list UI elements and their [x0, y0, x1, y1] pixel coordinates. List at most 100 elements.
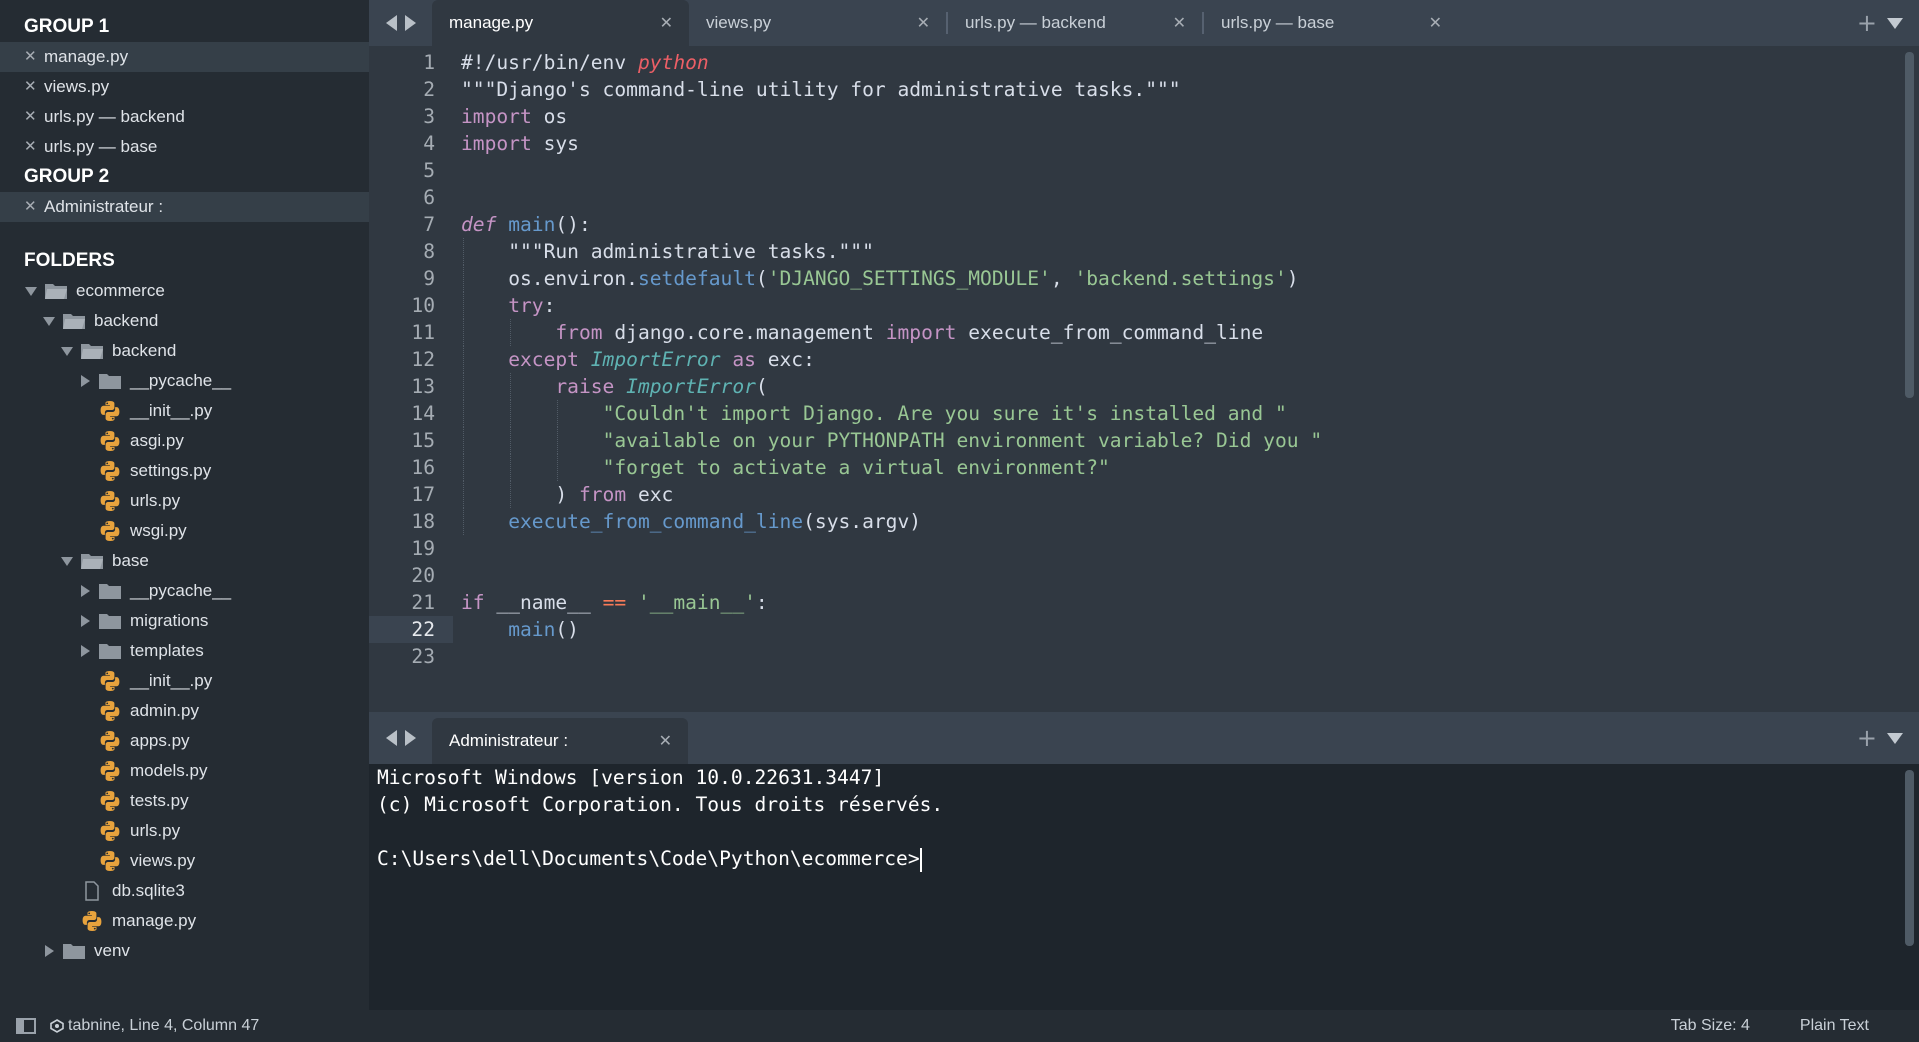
code-line[interactable]: 19 — [369, 535, 1919, 562]
code-line[interactable]: 10 try: — [369, 292, 1919, 319]
arrow-left-icon[interactable] — [385, 15, 397, 31]
disclosure-collapsed-icon[interactable] — [78, 584, 92, 598]
status-right: Tab Size: 4 Plain Text — [1671, 1010, 1919, 1042]
code-line[interactable]: 17 ) from exc — [369, 481, 1919, 508]
code-editor[interactable]: 1 #!/usr/bin/env python 2 """Django's comma… — [369, 46, 1919, 712]
code-line[interactable]: 8 """Run administrative tasks.""" — [369, 238, 1919, 265]
tree-item-asgi-py[interactable]: asgi.py — [0, 426, 369, 456]
code-line[interactable]: 4 import sys — [369, 130, 1919, 157]
tree-item-templates[interactable]: templates — [0, 636, 369, 666]
code-line[interactable]: 11 from django.core.management import ex… — [369, 319, 1919, 346]
tree-item-urls-py[interactable]: urls.py — [0, 816, 369, 846]
code-line[interactable]: 15 "available on your PYTHONPATH environ… — [369, 427, 1919, 454]
disclosure-collapsed-icon[interactable] — [78, 374, 92, 388]
syntax-mode[interactable]: Plain Text — [1800, 1017, 1869, 1035]
tree-item-backend[interactable]: backend — [0, 336, 369, 366]
terminal-prompt[interactable]: C:\Users\dell\Documents\Code\Python\ecom… — [369, 845, 1919, 872]
code-token: from — [578, 483, 627, 506]
open-file-urls-backend[interactable]: ✕ urls.py — backend — [0, 102, 369, 132]
arrow-left-icon[interactable] — [385, 730, 397, 746]
code-line[interactable]: 1 #!/usr/bin/env python — [369, 49, 1919, 76]
close-icon[interactable]: ✕ — [1173, 13, 1186, 33]
code-line[interactable]: 3 import os — [369, 103, 1919, 130]
code-line[interactable]: 20 — [369, 562, 1919, 589]
tab-manage-py[interactable]: manage.py ✕ — [432, 0, 689, 46]
new-tab-icon[interactable]: + — [1857, 726, 1877, 750]
tree-item-init-py[interactable]: __init__.py — [0, 396, 369, 426]
tree-item-base[interactable]: base — [0, 546, 369, 576]
code-text: ) from exc — [461, 481, 673, 508]
code-line[interactable]: 2 """Django's command-line utility for ad… — [369, 76, 1919, 103]
tree-item-models-py[interactable]: models.py — [0, 756, 369, 786]
close-icon[interactable]: ✕ — [660, 13, 673, 33]
tree-item-views-py[interactable]: views.py — [0, 846, 369, 876]
close-icon[interactable]: ✕ — [659, 731, 672, 751]
tree-item-ecommerce[interactable]: ecommerce — [0, 276, 369, 306]
tree-item-settings-py[interactable]: settings.py — [0, 456, 369, 486]
code-line[interactable]: 14 "Couldn't import Django. Are you sure… — [369, 400, 1919, 427]
python-file-icon — [98, 731, 122, 751]
open-file-views[interactable]: ✕ views.py — [0, 72, 369, 102]
terminal-panel[interactable]: Microsoft Windows [version 10.0.22631.34… — [369, 764, 1919, 1010]
new-tab-icon[interactable]: + — [1857, 11, 1877, 35]
disclosure-collapsed-icon[interactable] — [78, 644, 92, 658]
close-icon[interactable]: ✕ — [917, 13, 930, 33]
tab-menu-icon[interactable] — [1887, 732, 1903, 744]
tab-views-py[interactable]: views.py ✕ — [689, 0, 946, 46]
tree-item-urls-py[interactable]: urls.py — [0, 486, 369, 516]
tree-item-backend[interactable]: backend — [0, 306, 369, 336]
open-file-manage[interactable]: ✕ manage.py — [0, 42, 369, 72]
disclosure-expanded-icon[interactable] — [24, 284, 38, 298]
close-icon[interactable]: ✕ — [1429, 13, 1442, 33]
code-line[interactable]: 23 — [369, 643, 1919, 670]
disclosure-collapsed-icon[interactable] — [78, 614, 92, 628]
tab-menu-icon[interactable] — [1887, 17, 1903, 29]
open-file-terminal[interactable]: ✕ Administrateur : — [0, 192, 369, 222]
code-line[interactable]: 18 execute_from_command_line(sys.argv) — [369, 508, 1919, 535]
tab-urls-base[interactable]: urls.py — base ✕ — [1204, 0, 1458, 46]
tree-item-venv[interactable]: venv — [0, 936, 369, 966]
code-line[interactable]: 7 def main(): — [369, 211, 1919, 238]
open-file-urls-base[interactable]: ✕ urls.py — base — [0, 132, 369, 162]
tab-urls-backend[interactable]: urls.py — backend ✕ — [948, 0, 1202, 46]
close-icon[interactable]: ✕ — [24, 132, 44, 162]
status-bar: tabnine, Line 4, Column 47 Tab Size: 4 P… — [0, 1010, 1919, 1042]
tree-item-migrations[interactable]: migrations — [0, 606, 369, 636]
disclosure-expanded-icon[interactable] — [60, 344, 74, 358]
code-line[interactable]: 5 — [369, 157, 1919, 184]
disclosure-expanded-icon[interactable] — [42, 314, 56, 328]
tree-item-manage-py[interactable]: manage.py — [0, 906, 369, 936]
tree-item-label: __pycache__ — [130, 371, 232, 390]
code-line[interactable]: 13 raise ImportError( — [369, 373, 1919, 400]
tree-item-pycache[interactable]: __pycache__ — [0, 576, 369, 606]
code-line[interactable]: 22 main() — [369, 616, 1919, 643]
tab-terminal[interactable]: Administrateur : ✕ — [432, 718, 688, 764]
code-line[interactable]: 16 "forget to activate a virtual environ… — [369, 454, 1919, 481]
tab-size[interactable]: Tab Size: 4 — [1671, 1017, 1750, 1035]
arrow-right-icon[interactable] — [404, 730, 416, 746]
code-line[interactable]: 6 — [369, 184, 1919, 211]
close-icon[interactable]: ✕ — [24, 72, 44, 102]
close-icon[interactable]: ✕ — [24, 42, 44, 72]
code-line[interactable]: 12 except ImportError as exc: — [369, 346, 1919, 373]
tab-label: manage.py — [449, 13, 534, 32]
close-icon[interactable]: ✕ — [24, 102, 44, 132]
tree-item-wsgi-py[interactable]: wsgi.py — [0, 516, 369, 546]
code-line[interactable]: 21 if __name__ == '__main__': — [369, 589, 1919, 616]
code-line[interactable]: 9 os.environ.setdefault('DJANGO_SETTINGS… — [369, 265, 1919, 292]
sidebar-toggle-icon[interactable] — [16, 1018, 36, 1034]
disclosure-collapsed-icon[interactable] — [42, 944, 56, 958]
arrow-right-icon[interactable] — [404, 15, 416, 31]
terminal-scrollbar[interactable] — [1905, 770, 1914, 946]
tree-item-init-py[interactable]: __init__.py — [0, 666, 369, 696]
editor-scrollbar[interactable] — [1905, 52, 1914, 398]
close-icon[interactable]: ✕ — [24, 192, 44, 222]
tree-item-db-sqlite3[interactable]: db.sqlite3 — [0, 876, 369, 906]
tree-item-pycache[interactable]: __pycache__ — [0, 366, 369, 396]
code-area[interactable]: 1 #!/usr/bin/env python 2 """Django's comma… — [369, 49, 1919, 670]
tree-item-admin-py[interactable]: admin.py — [0, 696, 369, 726]
tree-item-apps-py[interactable]: apps.py — [0, 726, 369, 756]
code-token: exc: — [755, 348, 815, 371]
disclosure-expanded-icon[interactable] — [60, 554, 74, 568]
tree-item-tests-py[interactable]: tests.py — [0, 786, 369, 816]
